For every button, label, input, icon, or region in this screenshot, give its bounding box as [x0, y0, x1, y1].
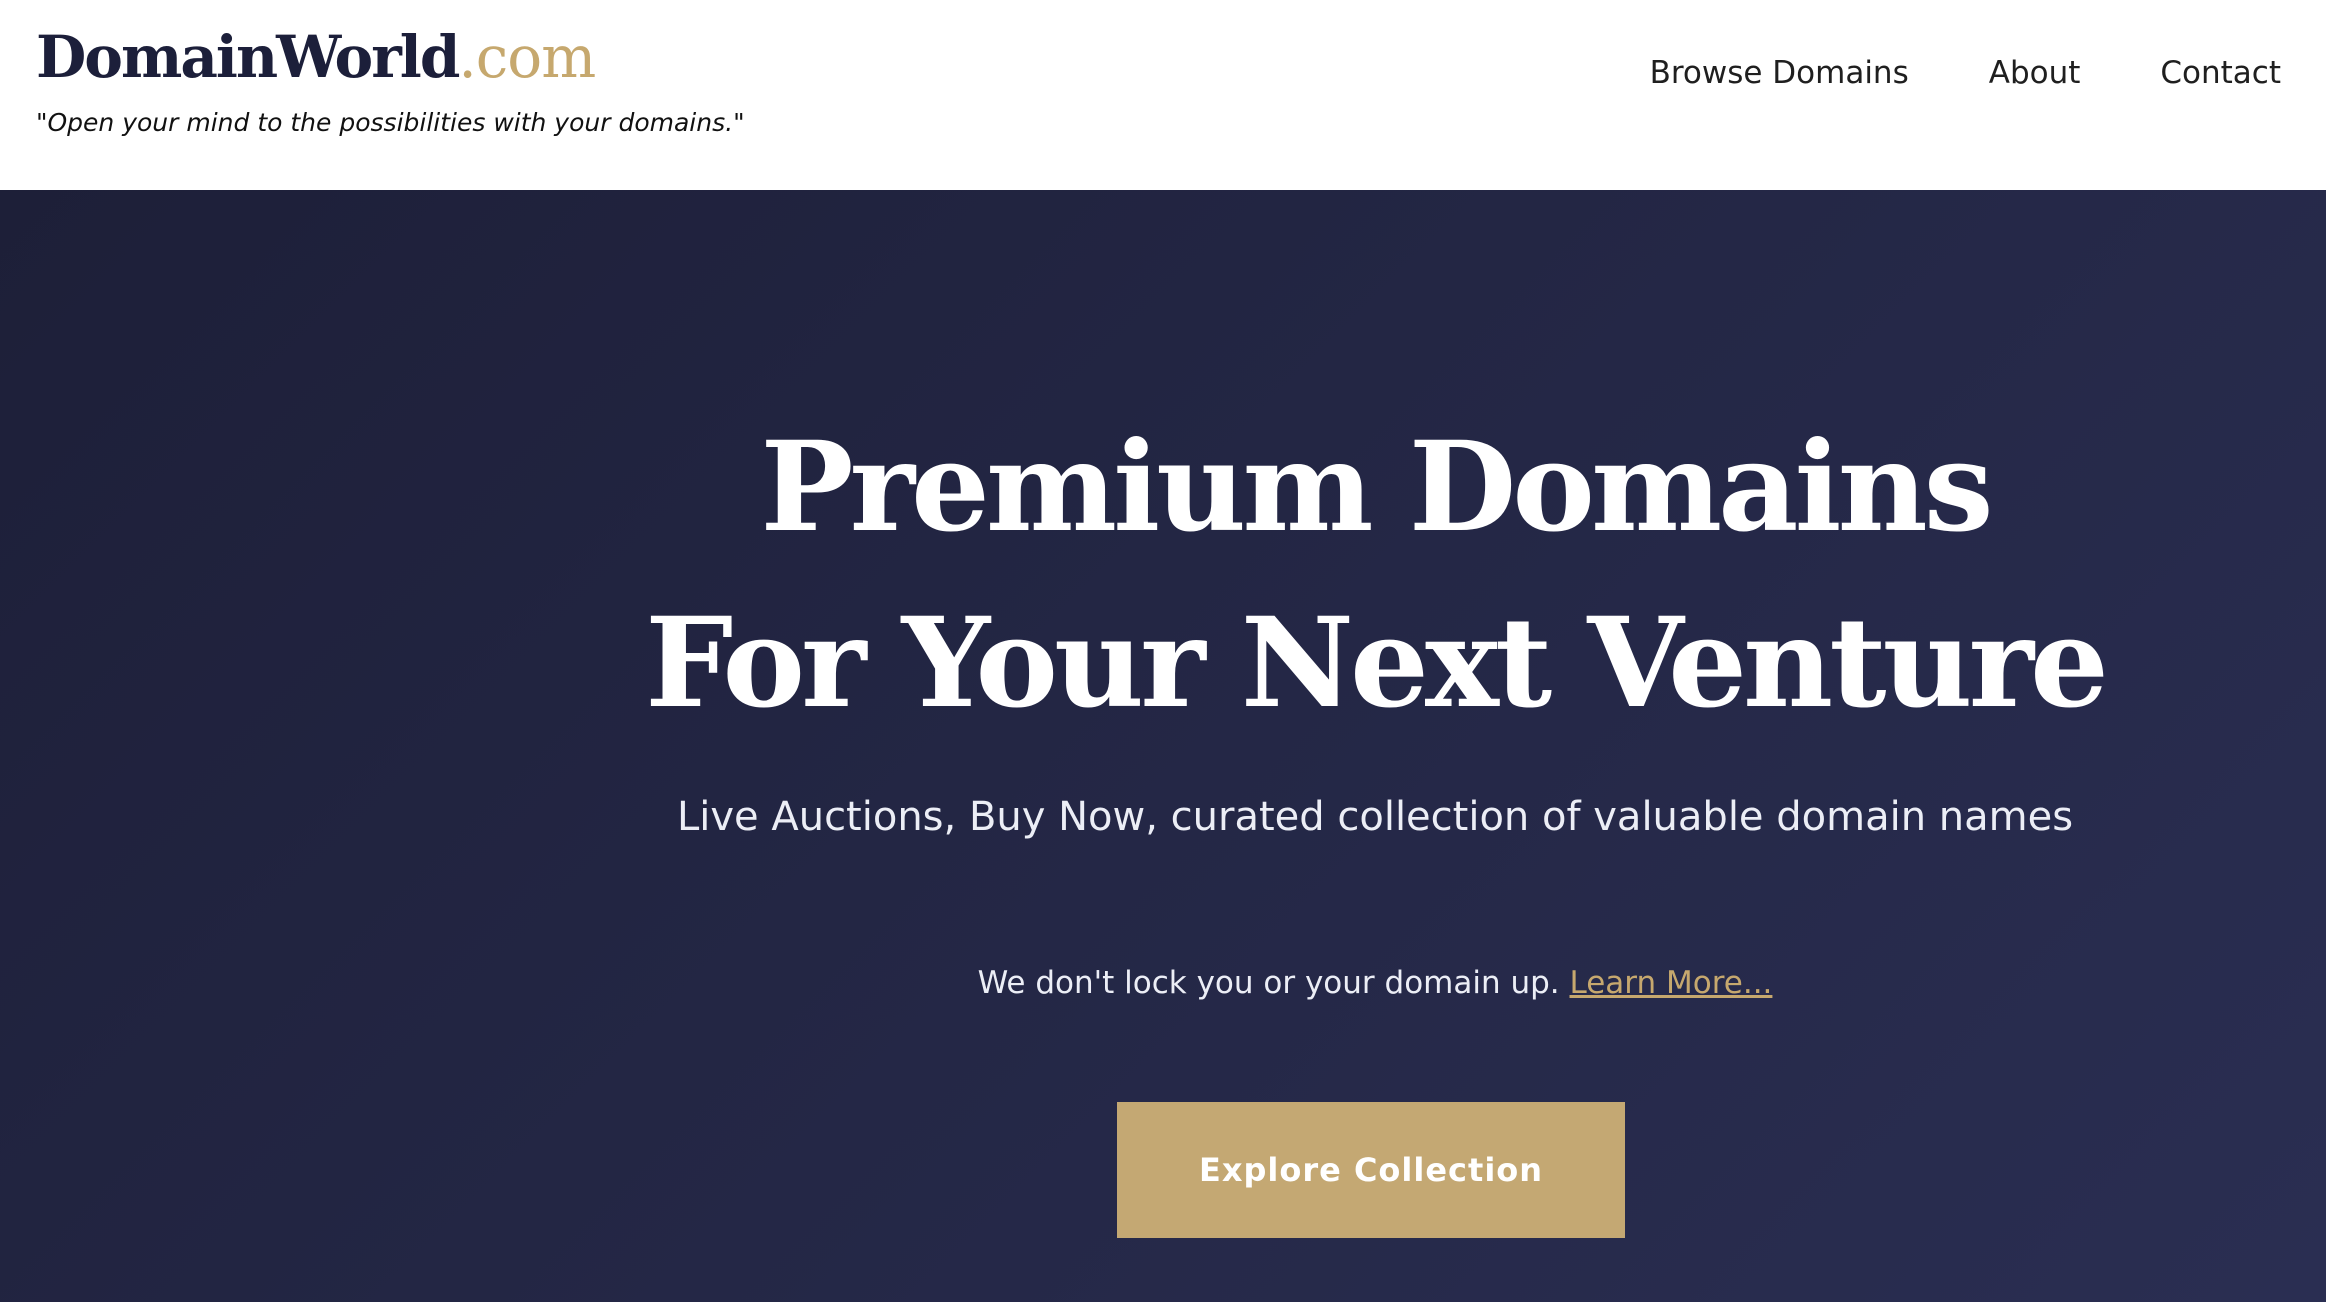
hero-title-line-1: Premium Domains — [760, 415, 1993, 560]
hero-note-text: We don't lock you or your domain up. — [977, 965, 1570, 1001]
main-nav: Browse Domains About Contact — [1650, 52, 2281, 94]
site-logo[interactable]: DomainWorld.com — [36, 22, 596, 92]
logo-tld-text: .com — [458, 23, 596, 91]
site-tagline: "Open your mind to the possibilities wit… — [36, 108, 745, 137]
hero-subtitle: Live Auctions, Buy Now, curated collecti… — [676, 794, 2074, 840]
hero-title-line-2: For Your Next Venture — [645, 591, 2109, 736]
learn-more-link[interactable]: Learn More... — [1570, 965, 1773, 1001]
explore-collection-button[interactable]: Explore Collection — [1117, 1102, 1625, 1238]
hero-note: We don't lock you or your domain up. Lea… — [640, 962, 2110, 1004]
site-header: DomainWorld.com "Open your mind to the p… — [0, 0, 2326, 190]
nav-browse-domains[interactable]: Browse Domains — [1650, 52, 1909, 94]
nav-about[interactable]: About — [1989, 52, 2081, 94]
hero-section: Premium Domains For Your Next Venture Li… — [0, 190, 2326, 1302]
nav-contact[interactable]: Contact — [2160, 52, 2281, 94]
logo-main-text: DomainWorld — [36, 23, 460, 91]
hero-title: Premium Domains For Your Next Venture — [640, 400, 2110, 752]
